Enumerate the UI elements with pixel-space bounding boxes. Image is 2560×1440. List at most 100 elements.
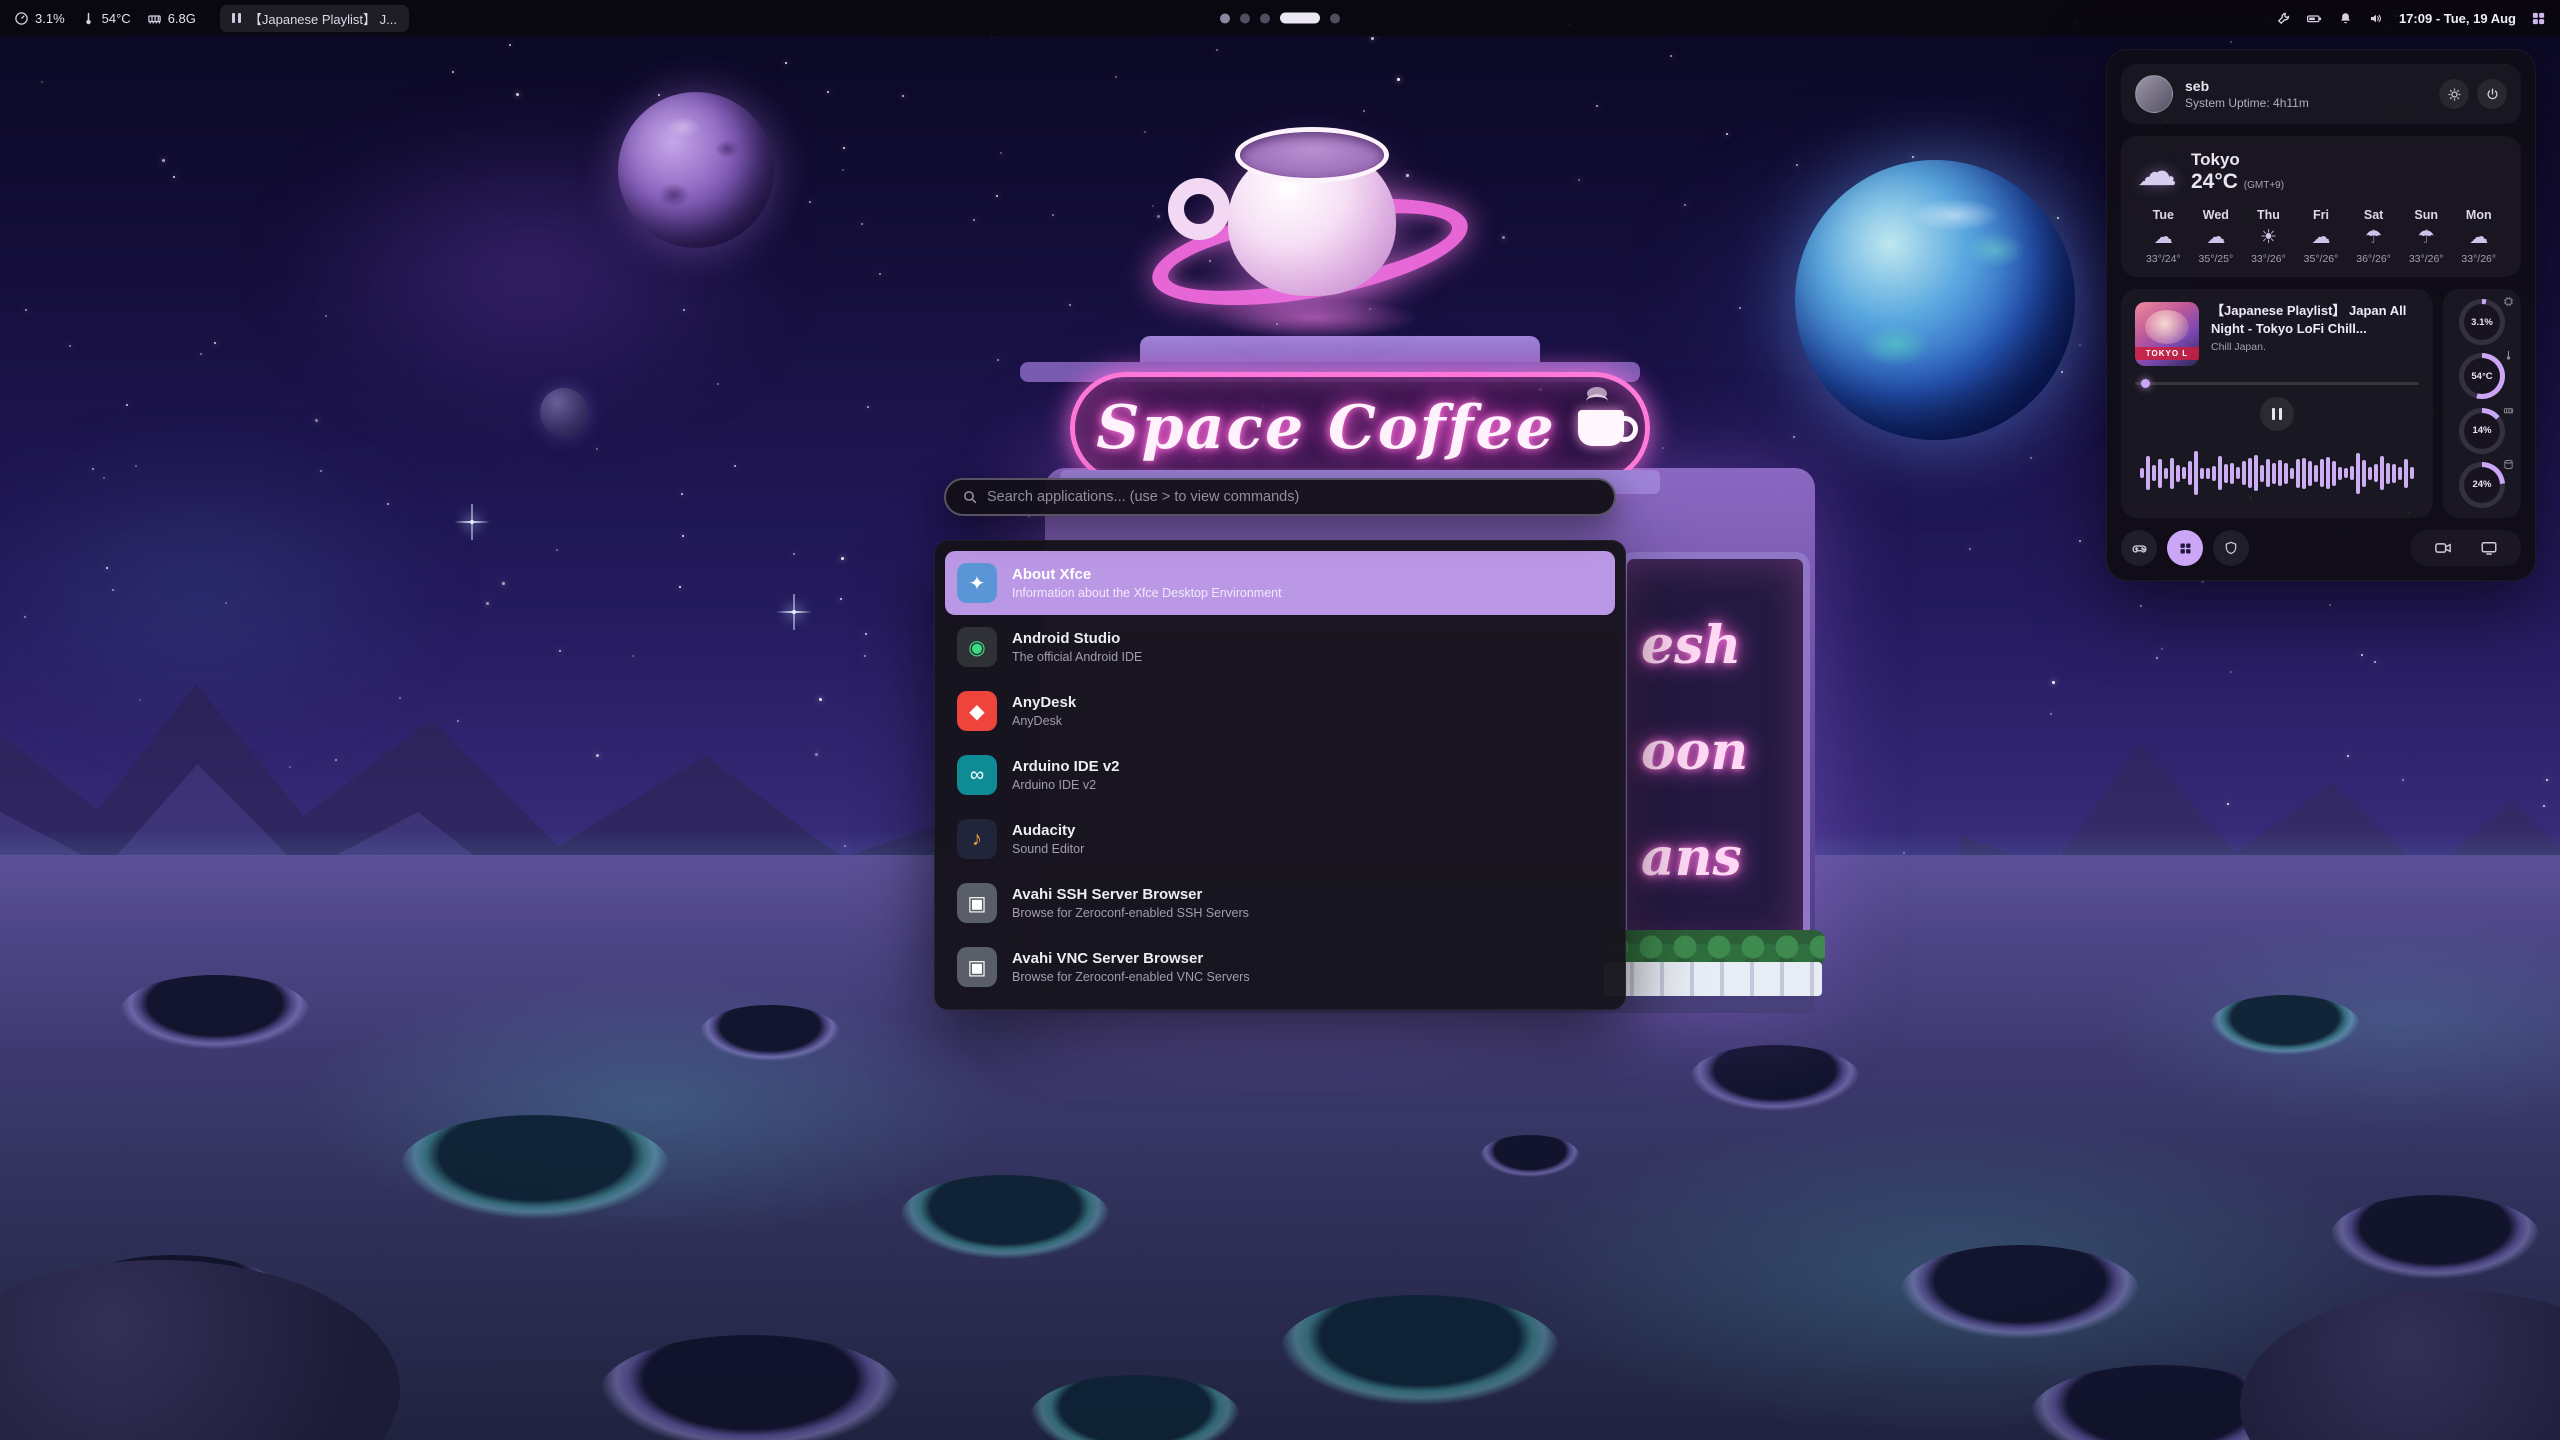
wrench-icon[interactable] <box>2276 11 2291 26</box>
memory-indicator[interactable]: 6.8G <box>147 11 196 26</box>
grid-icon <box>2178 541 2193 556</box>
app-result-text: AnyDesk AnyDesk <box>1012 694 1076 728</box>
thermometer-icon <box>81 11 96 26</box>
weather-current: Tokyo 24°C (GMT+9) <box>2191 150 2284 194</box>
cpu-ring: 3.1% <box>2459 299 2505 345</box>
memory-gauge: 14% <box>2459 408 2505 454</box>
quick-toggle-group <box>2121 530 2249 566</box>
temperature-ring: 54°C <box>2459 353 2505 399</box>
memory-value: 6.8G <box>168 11 196 26</box>
app-result-text: Avahi SSH Server Browser Browse for Zero… <box>1012 886 1249 920</box>
memory-gauge-value: 14% <box>2464 413 2500 449</box>
workspace-active-pill[interactable] <box>1280 13 1320 24</box>
weather-forecast: Tue ☁ 33°/24° Wed ☁ 35°/25° Thu ☀ 33°/26… <box>2137 208 2505 265</box>
app-description: Sound Editor <box>1012 842 1084 856</box>
workspace-indicator[interactable] <box>1220 13 1340 24</box>
weather-timezone: (GMT+9) <box>2244 180 2284 191</box>
user-card: seb System Uptime: 4h11m <box>2121 64 2521 124</box>
memory-icon <box>147 11 162 26</box>
app-result-row[interactable]: ◉ Android Studio The official Android ID… <box>945 615 1615 679</box>
window-neon-text: ans <box>1641 827 1742 888</box>
forecast-day: Sat ☂ 36°/26° <box>2347 208 2400 265</box>
app-description: AnyDesk <box>1012 714 1076 728</box>
media-progress-knob[interactable] <box>2141 379 2150 388</box>
temperature-indicator[interactable]: 54°C <box>81 11 131 26</box>
earth <box>1795 160 2075 440</box>
media-title: 【Japanese Playlist】 Japan All Night - To… <box>2211 302 2419 337</box>
app-icon-glyph: ▣ <box>968 955 987 980</box>
cpu-gauge: 3.1% <box>2459 299 2505 345</box>
cup-handle <box>1168 178 1230 240</box>
crater <box>600 1335 900 1440</box>
gamepad-mode-button[interactable] <box>2121 530 2157 566</box>
forecast-temps: 33°/24° <box>2146 253 2181 265</box>
volume-icon[interactable] <box>2368 11 2384 26</box>
window-plants <box>1600 930 1825 966</box>
launcher-results: ✦ About Xfce Information about the Xfce … <box>934 540 1626 1010</box>
forecast-weather-icon: ☁ <box>2469 228 2488 247</box>
screenshot-button[interactable] <box>2479 539 2499 557</box>
forecast-weather-icon: ☀ <box>2260 228 2277 247</box>
system-stats-group: 3.1% 54°C 6.8G 【Japanese Playlist】 J... <box>14 5 409 32</box>
search-input[interactable] <box>987 489 1598 505</box>
forecast-day: Wed ☁ 35°/25° <box>2190 208 2243 265</box>
media-progress-bar[interactable] <box>2135 382 2419 385</box>
clock[interactable]: 17:09 - Tue, 19 Aug <box>2399 11 2516 26</box>
workspace-dot[interactable] <box>1260 13 1270 23</box>
app-icon: ▣ <box>957 883 997 923</box>
crater <box>2210 995 2360 1055</box>
app-result-row[interactable]: ▣ Avahi VNC Server Browser Browse for Ze… <box>945 935 1615 999</box>
app-result-row[interactable]: ✦ About Xfce Information about the Xfce … <box>945 551 1615 615</box>
forecast-day: Mon ☁ 33°/26° <box>2452 208 2505 265</box>
saturn-coffee-cup <box>1150 108 1470 348</box>
forecast-temps: 36°/26° <box>2356 253 2391 265</box>
cpu-chip-icon <box>2503 296 2514 307</box>
app-description: Information about the Xfce Desktop Envir… <box>1012 586 1282 600</box>
workspace-dot[interactable] <box>1330 13 1340 23</box>
battery-icon[interactable] <box>2306 11 2323 26</box>
temperature-value: 54°C <box>102 11 131 26</box>
small-moon <box>540 388 588 436</box>
app-result-row[interactable]: ▣ Avahi SSH Server Browser Browse for Ze… <box>945 871 1615 935</box>
app-icon: ◉ <box>957 627 997 667</box>
cup-glow <box>1210 298 1420 338</box>
notifications-bell-icon[interactable] <box>2338 11 2353 26</box>
shield-mode-button[interactable] <box>2213 530 2249 566</box>
workspace-dot[interactable] <box>1240 13 1250 23</box>
media-subtitle: Chill Japan. <box>2211 341 2419 353</box>
cloud-icon: ☁ <box>2137 152 2177 192</box>
crater <box>1690 1045 1860 1111</box>
forecast-temps: 33°/26° <box>2251 253 2286 265</box>
app-icon: ▣ <box>957 947 997 987</box>
media-top: TOKYO L 【Japanese Playlist】 Japan All Ni… <box>2135 302 2419 366</box>
app-grid-icon[interactable] <box>2531 11 2546 26</box>
disk-ring: 24% <box>2459 462 2505 508</box>
media-pill[interactable]: 【Japanese Playlist】 J... <box>220 5 409 32</box>
shop-window: esh oon ans <box>1620 552 1810 954</box>
launcher-search-bar[interactable] <box>944 478 1616 516</box>
app-icon: ♪ <box>957 819 997 859</box>
weather-header: ☁ Tokyo 24°C (GMT+9) <box>2137 150 2505 194</box>
app-description: Arduino IDE v2 <box>1012 778 1120 792</box>
app-name: Avahi SSH Server Browser <box>1012 886 1249 903</box>
app-name: Avahi VNC Server Browser <box>1012 950 1250 967</box>
thermometer-icon <box>2503 350 2514 361</box>
album-art-caption: TOKYO L <box>2135 347 2199 360</box>
power-button[interactable] <box>2477 79 2507 109</box>
crater <box>1280 1295 1560 1405</box>
app-name: About Xfce <box>1012 566 1282 583</box>
screen-record-button[interactable] <box>2433 539 2453 557</box>
app-result-row[interactable]: ◆ AnyDesk AnyDesk <box>945 679 1615 743</box>
avatar <box>2135 75 2173 113</box>
settings-button[interactable] <box>2439 79 2469 109</box>
app-icon-glyph: ◉ <box>968 635 985 660</box>
play-pause-button[interactable] <box>2260 397 2294 431</box>
app-result-row[interactable]: ∞ Arduino IDE v2 Arduino IDE v2 <box>945 743 1615 807</box>
crater <box>700 1005 840 1061</box>
control-center-panel: seb System Uptime: 4h11m ☁ Tokyo 24°C (G… <box>2106 49 2536 581</box>
app-result-row[interactable]: ♪ Audacity Sound Editor <box>945 807 1615 871</box>
dashboard-apps-button[interactable] <box>2167 530 2203 566</box>
topbar-right-group: 17:09 - Tue, 19 Aug <box>2276 11 2546 26</box>
workspace-dot[interactable] <box>1220 13 1230 23</box>
cpu-usage-indicator[interactable]: 3.1% <box>14 11 65 26</box>
